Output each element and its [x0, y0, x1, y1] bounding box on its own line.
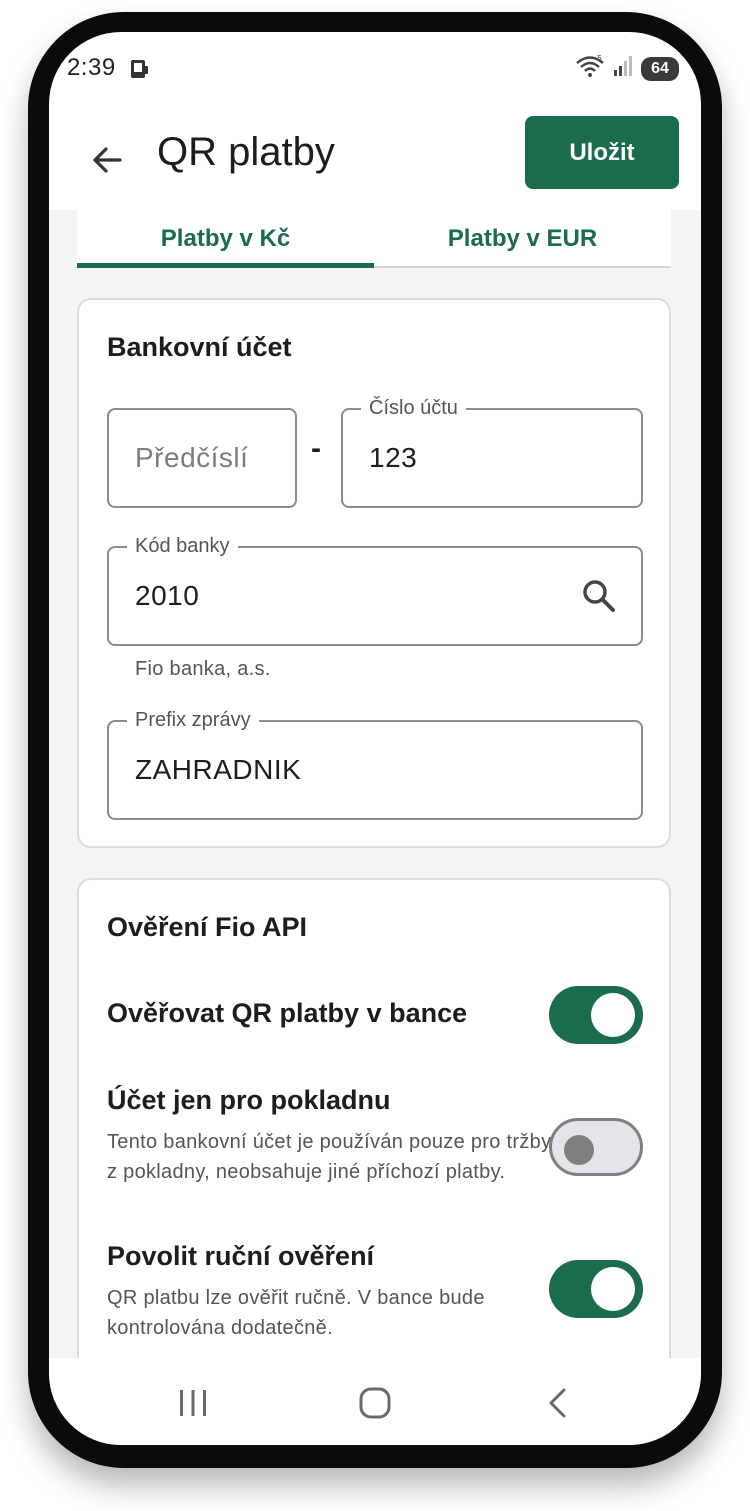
account-separator: -: [311, 432, 321, 465]
tab-indicator: [77, 263, 374, 268]
switch-knob: [591, 993, 635, 1037]
switch-knob: [591, 1267, 635, 1311]
tab-bar: Platby v Kč Platby v EUR: [77, 210, 671, 268]
prefix-field: [107, 408, 297, 508]
manual-verify-description: QR platbu lze ověřit ručně. V bance bude…: [107, 1287, 485, 1339]
bank-account-card: Bankovní účet - Číslo účtu Kód banky: [77, 298, 671, 848]
bank-code-field: Kód banky: [107, 533, 643, 646]
status-bar: 2:39 5 64: [49, 32, 701, 104]
fio-api-title: Ověření Fio API: [107, 912, 308, 942]
save-button[interactable]: Uložit: [525, 116, 679, 189]
prefix-input[interactable]: [109, 410, 295, 506]
home-button[interactable]: [345, 1378, 405, 1428]
back-button[interactable]: [83, 136, 133, 184]
svg-text:5: 5: [597, 54, 602, 63]
recents-button[interactable]: [163, 1378, 223, 1428]
switch-knob: [564, 1135, 594, 1165]
register-only-title: Účet jen pro pokladnu: [107, 1085, 391, 1115]
search-icon[interactable]: [579, 576, 619, 616]
app-bar: QR platby Uložit: [49, 116, 701, 212]
status-time: 2:39: [67, 54, 116, 81]
account-number-input[interactable]: [343, 410, 641, 506]
navigation-bar: [49, 1358, 701, 1445]
bank-account-title: Bankovní účet: [107, 332, 292, 362]
bank-code-input[interactable]: [109, 548, 641, 644]
nav-back-icon: [549, 1388, 566, 1418]
tab-eur[interactable]: Platby v EUR: [374, 210, 671, 268]
account-number-field: Číslo účtu: [341, 395, 643, 508]
signal-icon: [613, 54, 633, 83]
wifi-icon: 5: [575, 54, 605, 83]
register-only-switch[interactable]: [549, 1118, 643, 1176]
message-prefix-input[interactable]: [109, 722, 641, 818]
phone-icon: [128, 58, 150, 80]
arrow-left-icon: [93, 147, 122, 173]
tab-czk[interactable]: Platby v Kč: [77, 210, 374, 268]
nav-back-button[interactable]: [529, 1378, 589, 1428]
phone-screen: 2:39 5 64 QR platby Uložit Platby v Kč P…: [49, 32, 701, 1445]
verify-title: Ověřovat QR platby v bance: [107, 998, 468, 1028]
fio-api-card: Ověření Fio API Ověřovat QR platby v ban…: [77, 878, 671, 1398]
bank-code-helper: Fio banka, a.s.: [135, 658, 271, 680]
home-icon: [359, 1387, 391, 1419]
content-area: Platby v Kč Platby v EUR Bankovní účet -…: [49, 210, 701, 1398]
verify-switch[interactable]: [549, 986, 643, 1044]
manual-verify-switch[interactable]: [549, 1260, 643, 1318]
status-icons: 5 64: [575, 54, 679, 83]
manual-verify-title: Povolit ruční ověření: [107, 1241, 375, 1271]
battery-level: 64: [651, 59, 669, 77]
battery-icon: 64: [641, 56, 679, 81]
page-title: QR platby: [157, 130, 335, 174]
register-only-description: Tento bankovní účet je používán pouze pr…: [107, 1131, 552, 1183]
recents-icon: [180, 1390, 206, 1416]
message-prefix-field: Prefix zprávy: [107, 707, 643, 820]
